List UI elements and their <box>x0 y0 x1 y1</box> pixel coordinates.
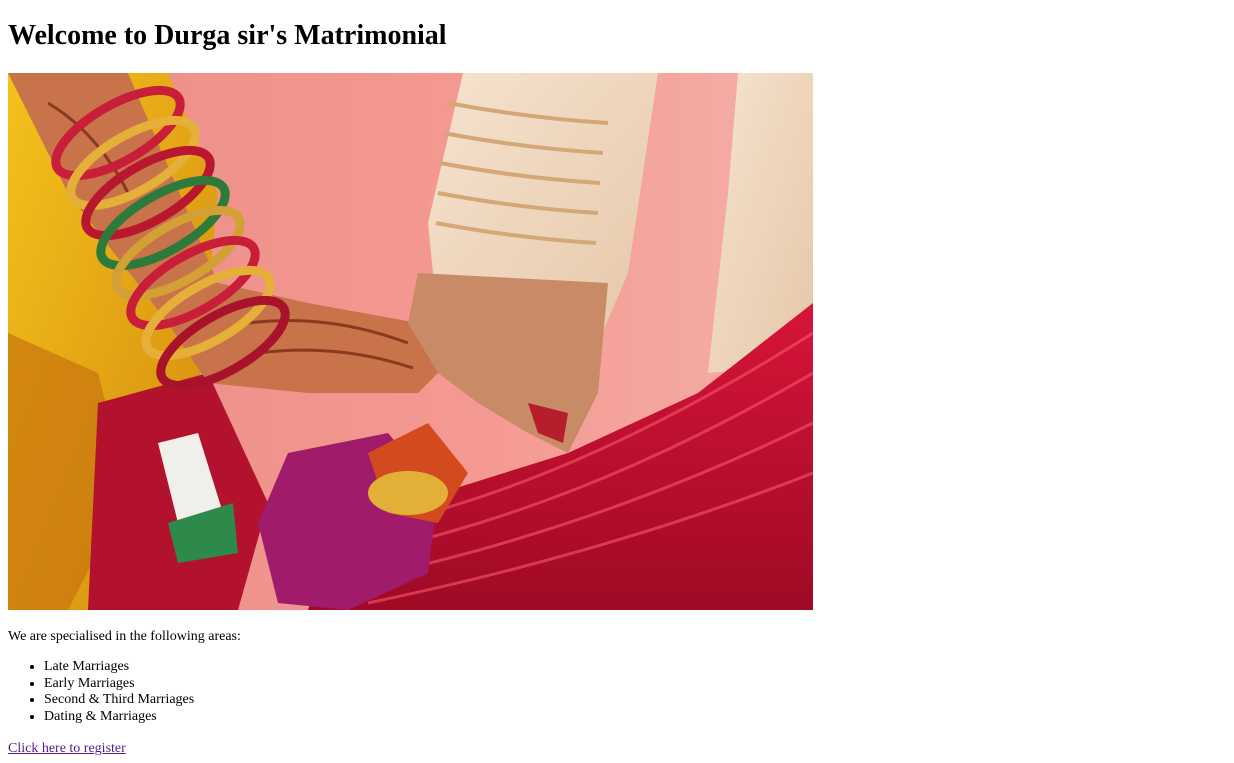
list-item: Late Marriages <box>44 659 194 676</box>
page-title: Welcome to Durga sir's Matrimonial <box>8 20 447 51</box>
page-content: Welcome to Durga sir's Matrimonial We ar… <box>8 0 1226 756</box>
list-item: Dating & Marriages <box>44 709 194 726</box>
services-list: Late Marriages Early Marriages Second & … <box>8 659 194 725</box>
intro-text: We are specialised in the following area… <box>8 629 241 644</box>
list-item: Second & Third Marriages <box>44 692 194 709</box>
wedding-hands-illustration <box>8 73 813 610</box>
list-item: Early Marriages <box>44 676 194 693</box>
register-link[interactable]: Click here to register <box>8 740 126 758</box>
wedding-hands-image <box>8 73 813 610</box>
